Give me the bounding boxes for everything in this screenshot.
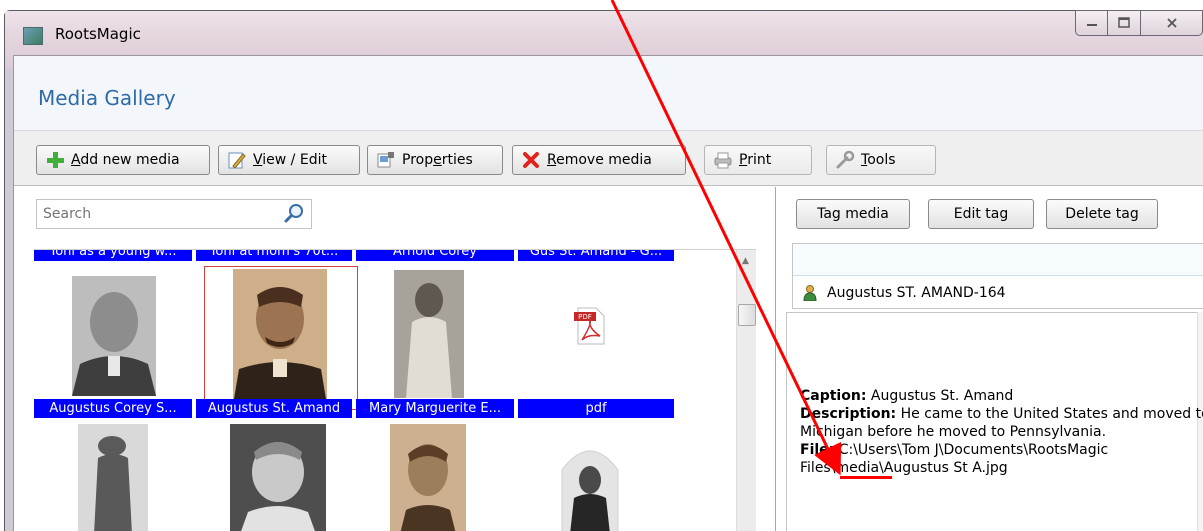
media-thumbnail[interactable] [394, 270, 464, 398]
properties-icon [376, 150, 396, 170]
search-icon[interactable] [283, 203, 305, 225]
media-thumbnail[interactable] [390, 424, 466, 531]
portrait-photo [394, 270, 464, 398]
media-thumbnail[interactable] [72, 276, 156, 396]
tag-media-button[interactable]: Tag media [796, 199, 910, 229]
media-thumbnail-selected[interactable] [204, 266, 358, 410]
media-label[interactable]: Toni as a young w... [34, 250, 192, 261]
tag-details-pane: Tag media Edit tag Delete tag Augustus S… [778, 187, 1203, 531]
media-label[interactable]: pdf [518, 399, 674, 418]
close-button[interactable] [1141, 10, 1203, 36]
remove-media-button[interactable]: Remove media [512, 145, 686, 175]
media-gallery: Toni as a young w... Toni at mom's 70t..… [34, 249, 756, 531]
portrait-photo [78, 424, 148, 531]
media-label[interactable]: Mary Marguerite E... [356, 399, 514, 418]
app-icon [23, 27, 43, 45]
gallery-scrollbar[interactable]: ▲ [736, 250, 756, 531]
toolbar: Add new media View / Edit Properties Rem… [14, 130, 1203, 186]
portrait-photo [390, 424, 466, 531]
printer-icon [713, 150, 733, 170]
portrait-photo [561, 450, 619, 531]
scroll-up-arrow-icon[interactable]: ▲ [742, 256, 749, 266]
tagged-person-name: Augustus ST. AMAND-164 [827, 285, 1006, 301]
add-new-media-button[interactable]: Add new media [36, 145, 210, 175]
media-label[interactable]: Toni at mom's 70t... [196, 250, 352, 261]
app-window: RootsMagic Media Gallery Add new media V… [4, 10, 1203, 531]
media-label[interactable]: Gus St. Amand - G... [518, 250, 674, 261]
minimize-icon [1086, 24, 1097, 26]
window-title: RootsMagic [55, 25, 141, 43]
red-x-icon [521, 150, 541, 170]
wrench-icon [835, 150, 855, 170]
media-details: Caption: Augustus St. Amand Description:… [800, 387, 1203, 477]
portrait-photo [233, 269, 327, 405]
maximize-icon [1118, 17, 1130, 28]
properties-button[interactable]: Properties [367, 145, 503, 175]
portrait-photo [72, 276, 156, 396]
pdf-file-icon[interactable]: PDF [572, 306, 608, 346]
media-label[interactable]: Arnold Corey [356, 250, 514, 261]
description-line: Description: He came to the United State… [800, 406, 1203, 440]
plus-icon [45, 150, 65, 170]
annotation-underline [840, 476, 892, 479]
scroll-thumb[interactable] [738, 304, 756, 326]
edit-pencil-icon [227, 150, 247, 170]
view-edit-button[interactable]: View / Edit [218, 145, 360, 175]
media-thumbnail[interactable] [230, 424, 326, 531]
header-band: Media Gallery [14, 56, 1203, 130]
tools-button[interactable]: Tools [826, 145, 936, 175]
portrait-photo [230, 424, 326, 531]
tag-list-item[interactable]: Augustus ST. AMAND-164 [793, 278, 1203, 308]
delete-tag-button[interactable]: Delete tag [1046, 199, 1158, 229]
maximize-button[interactable] [1108, 10, 1141, 36]
gallery-pane: Toni as a young w... Toni at mom's 70t..… [14, 187, 776, 531]
close-icon [1166, 18, 1177, 28]
search-input[interactable] [43, 204, 273, 224]
tag-list-empty-row[interactable] [793, 244, 1203, 276]
file-line: File: C:\Users\Tom J\Documents\RootsMagi… [800, 442, 1109, 476]
caption-line: Caption: Augustus St. Amand [800, 388, 1014, 404]
media-thumbnail[interactable] [558, 440, 622, 531]
media-label-selected[interactable]: Augustus St. Amand [196, 399, 352, 418]
tag-list: Augustus ST. AMAND-164 [792, 243, 1203, 309]
edit-tag-button[interactable]: Edit tag [928, 199, 1034, 229]
page-title: Media Gallery [38, 86, 176, 110]
search-box [36, 199, 312, 229]
person-icon [803, 285, 817, 301]
minimize-button[interactable] [1075, 10, 1108, 36]
media-label[interactable]: Augustus Corey S... [34, 399, 192, 418]
main-content: Media Gallery Add new media View / Edit … [13, 55, 1203, 531]
print-button[interactable]: Print [704, 145, 812, 175]
media-thumbnail[interactable] [78, 424, 148, 531]
